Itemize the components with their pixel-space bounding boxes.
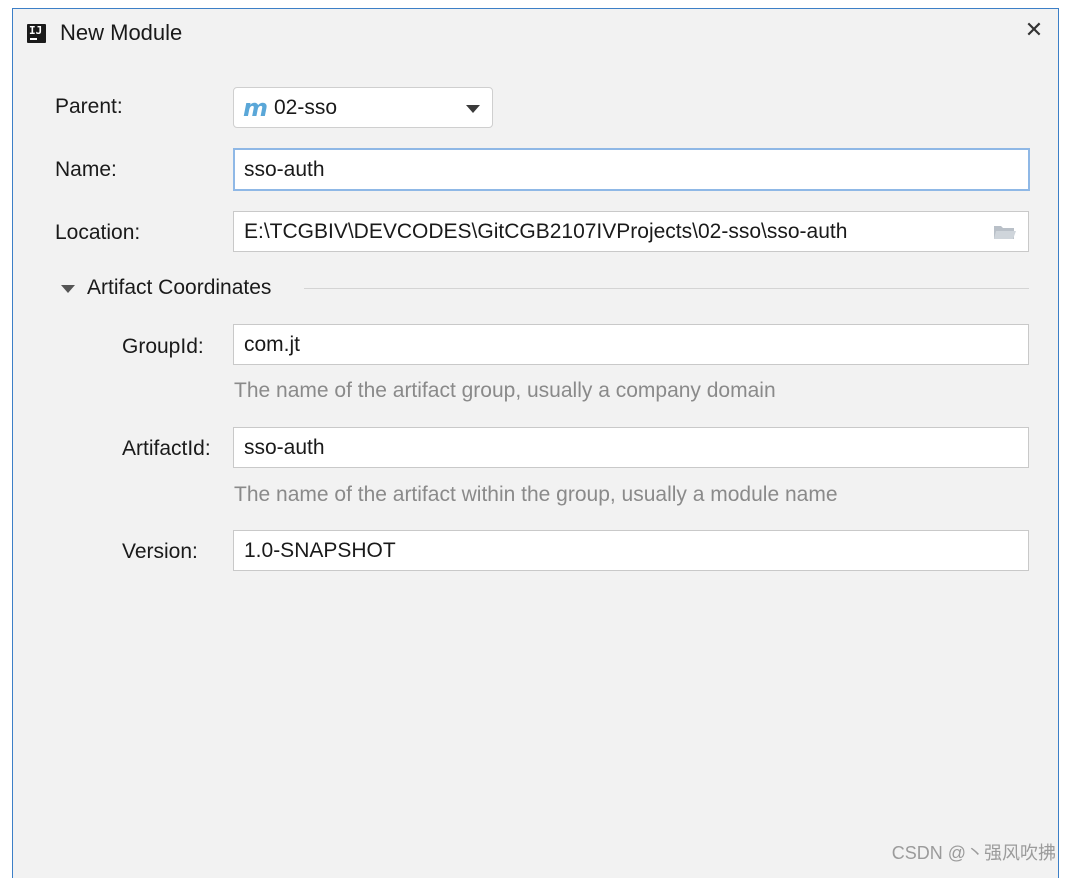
chevron-down-icon[interactable] [466, 105, 480, 113]
name-value: sso-auth [244, 157, 325, 181]
watermark: CSDN @丶强风吹拂 [891, 843, 1056, 863]
name-label: Name: [55, 158, 117, 181]
new-module-dialog: IJ New Module ✕ Parent: m 02-sso Name: s… [12, 8, 1059, 878]
title-bar: IJ New Module ✕ [13, 9, 1058, 57]
artifactid-value: sso-auth [244, 435, 325, 459]
artifactid-label: ArtifactId: [122, 437, 211, 460]
name-field[interactable]: sso-auth [233, 148, 1030, 191]
dialog-title: New Module [60, 20, 183, 45]
artifactid-hint: The name of the artifact within the grou… [234, 483, 838, 506]
version-field[interactable]: 1.0-SNAPSHOT [233, 530, 1029, 571]
location-field[interactable]: E:\TCGBIV\DEVCODES\GitCGB2107IVProjects\… [233, 211, 1029, 252]
artifactid-field[interactable]: sso-auth [233, 427, 1029, 468]
intellij-app-icon: IJ [27, 24, 46, 43]
collapse-triangle-icon[interactable] [61, 285, 75, 293]
location-value: E:\TCGBIV\DEVCODES\GitCGB2107IVProjects\… [244, 219, 848, 243]
section-divider [304, 288, 1029, 289]
parent-value: 02-sso [274, 96, 338, 119]
groupid-field[interactable]: com.jt [233, 324, 1029, 365]
groupid-value: com.jt [244, 332, 301, 356]
parent-label: Parent: [55, 95, 123, 118]
maven-module-icon: m [243, 94, 269, 122]
section-title: Artifact Coordinates [87, 276, 272, 299]
location-label: Location: [55, 221, 141, 244]
artifact-coordinates-section[interactable]: Artifact Coordinates [61, 274, 1029, 304]
folder-browse-icon[interactable] [993, 223, 1017, 241]
groupid-hint: The name of the artifact group, usually … [234, 379, 776, 402]
groupid-label: GroupId: [122, 335, 204, 358]
version-value: 1.0-SNAPSHOT [244, 538, 396, 562]
close-icon[interactable]: ✕ [1020, 18, 1048, 42]
parent-dropdown[interactable]: m 02-sso [233, 87, 493, 128]
version-label: Version: [122, 540, 198, 563]
